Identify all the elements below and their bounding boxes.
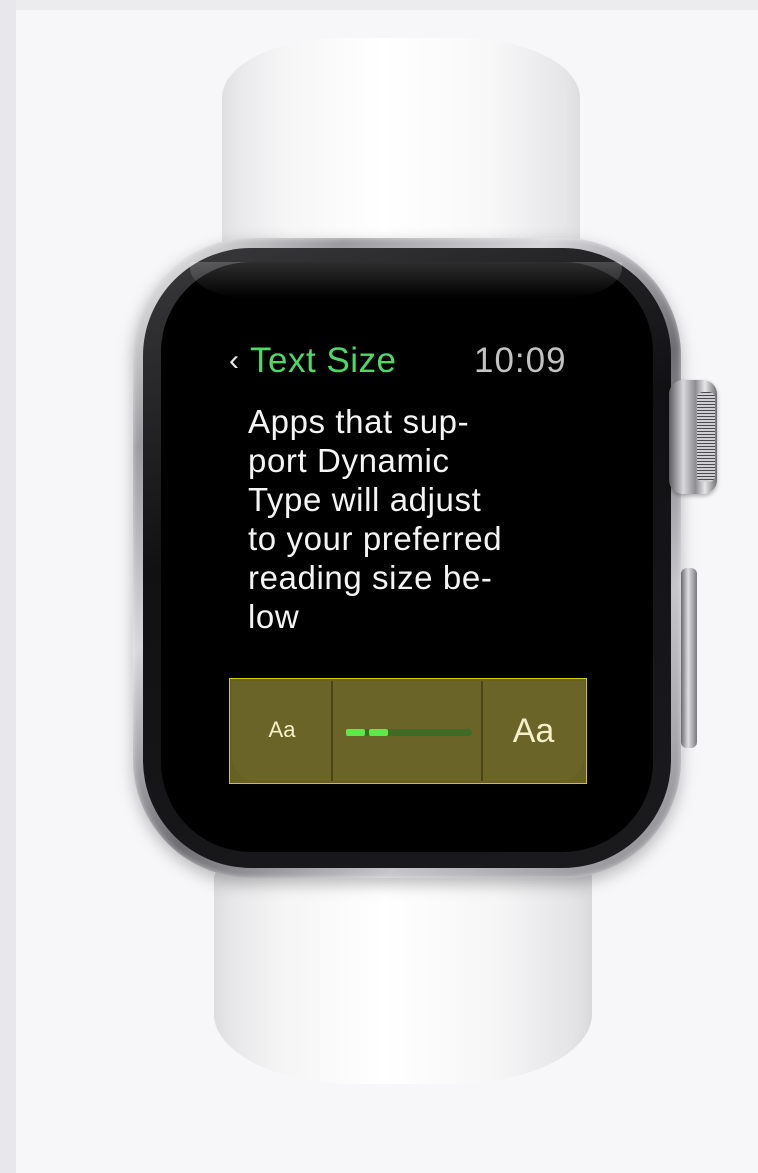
description-line: low <box>248 598 300 635</box>
text-size-level-fill <box>346 729 388 736</box>
description-text: Apps that sup- port Dynamic Type will ad… <box>248 402 588 636</box>
description-line: Type will adjust <box>248 481 482 518</box>
description-line: Apps that sup- <box>248 403 470 440</box>
description-line: to your preferred <box>248 520 503 557</box>
status-time: 10:09 <box>474 341 567 380</box>
page-background: ‹ Text Size 10:09 Apps that sup- port Dy… <box>0 0 758 1173</box>
level-segment <box>369 729 388 736</box>
chevron-left-icon[interactable]: ‹ <box>229 343 239 379</box>
back-button-title[interactable]: Text Size <box>250 340 397 382</box>
screen-glare <box>190 262 622 298</box>
digital-crown-ridges <box>697 392 715 482</box>
increase-text-size-button[interactable]: Aa <box>483 710 584 752</box>
description-line: port Dynamic <box>248 442 450 479</box>
level-segment <box>346 729 365 736</box>
watch-band-bottom <box>214 858 592 1084</box>
side-button[interactable] <box>681 568 697 748</box>
frame-edge <box>0 0 16 1173</box>
description-line: reading size be- <box>248 559 493 596</box>
frame-edge <box>0 0 758 10</box>
decrease-text-size-button[interactable]: Aa <box>232 714 332 746</box>
